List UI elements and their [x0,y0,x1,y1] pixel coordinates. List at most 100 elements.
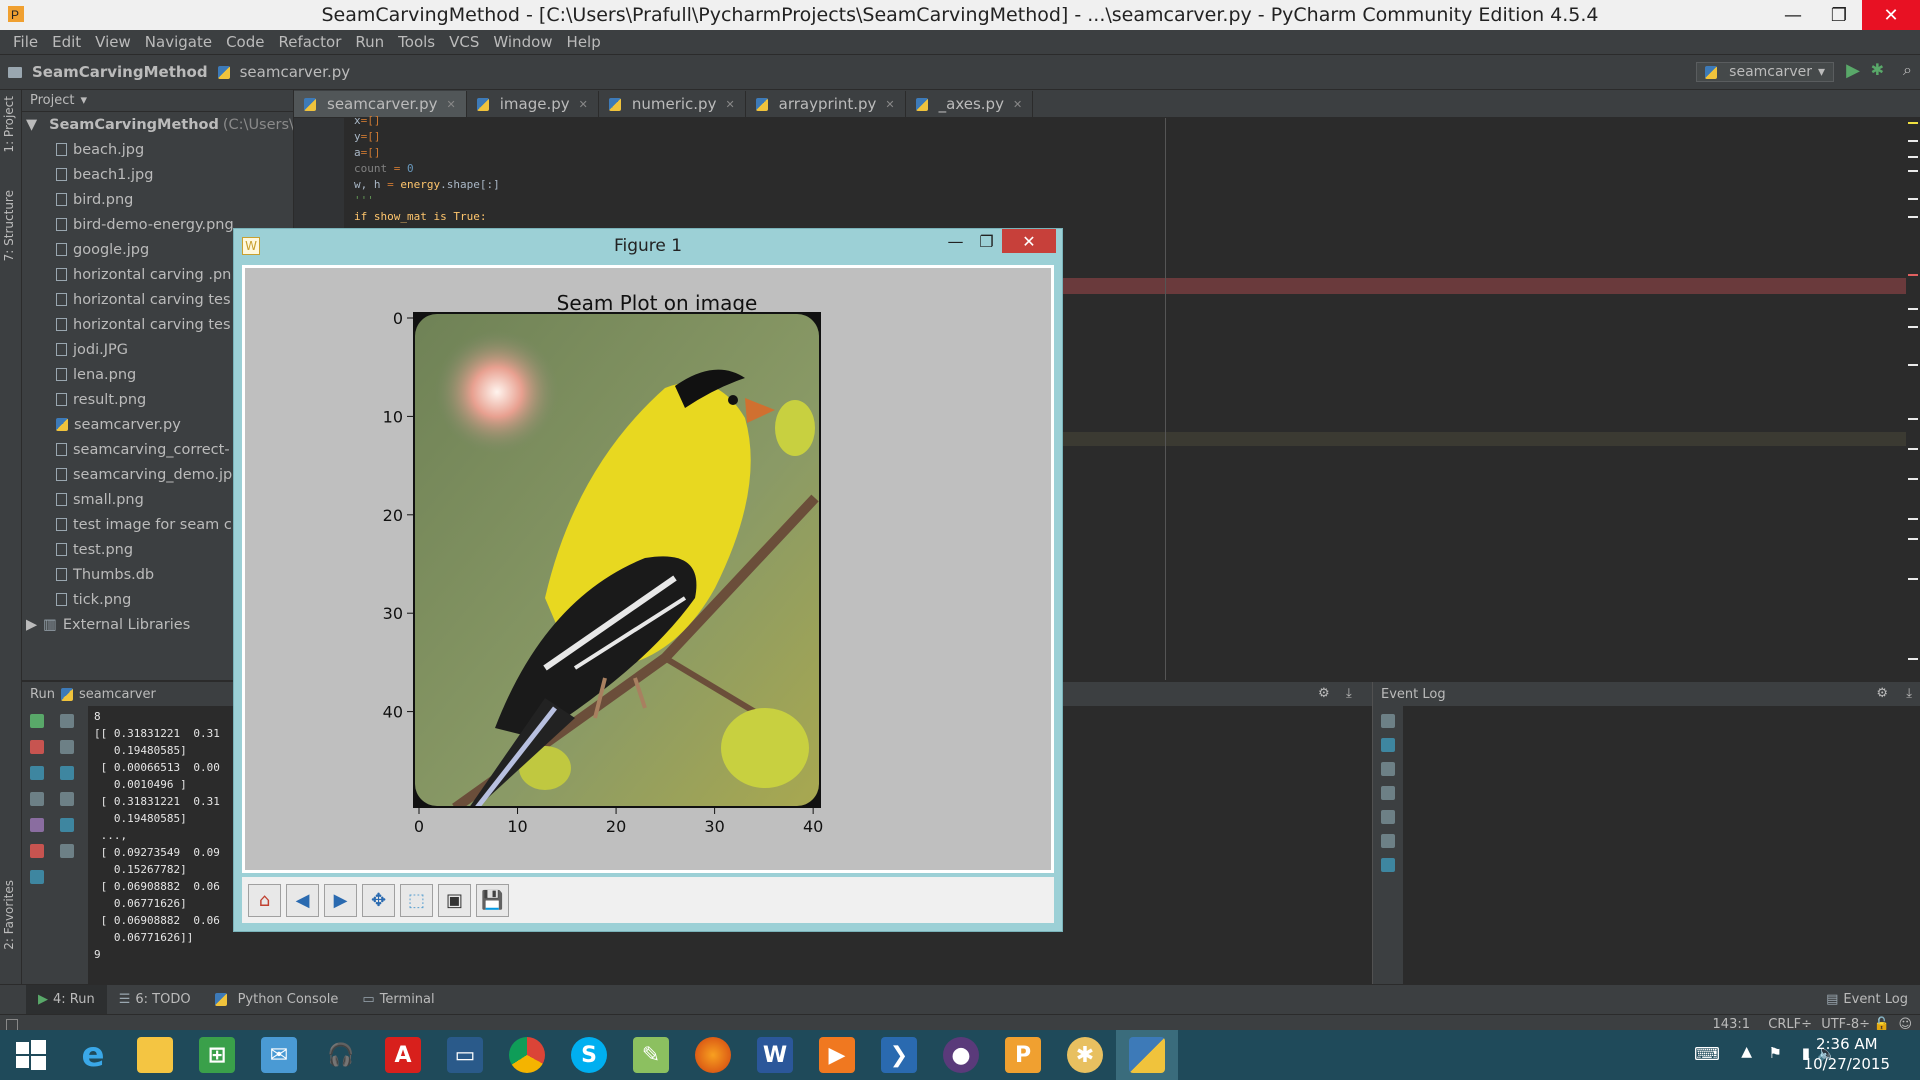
pan-button[interactable]: ✥ [362,883,395,917]
close-tab-icon[interactable]: ✕ [579,98,588,111]
figure-title-bar[interactable]: W Figure 1 — ❐ ✕ [234,229,1062,263]
tab-image[interactable]: image.py ✕ [467,91,599,117]
tree-file[interactable]: beach1.jpg [22,162,293,187]
taskbar-outlook[interactable]: ✉ [248,1030,310,1080]
taskbar-chrome[interactable] [496,1030,558,1080]
taskbar-firefox[interactable] [682,1030,744,1080]
taskbar-pycharm[interactable]: P [992,1030,1054,1080]
chevron-down-icon[interactable]: ▼ [26,117,37,133]
tab-axes[interactable]: _axes.py ✕ [906,91,1034,117]
menu-vcs[interactable]: VCS [442,33,486,51]
run-icon[interactable]: ▶ [1846,60,1860,81]
tool-run[interactable]: ▶ 4: Run [26,984,107,1015]
close-button[interactable]: ✕ [1862,0,1920,30]
taskbar-store[interactable]: ⊞ [186,1030,248,1080]
menu-window[interactable]: Window [486,33,559,51]
taskbar-headphones[interactable]: 🎧 [310,1030,372,1080]
tree-root[interactable]: ▼ SeamCarvingMethod (C:\Users\Pr [22,112,293,137]
figure-maximize-button[interactable]: ❐ [971,229,1002,253]
tab-numeric[interactable]: numeric.py ✕ [599,91,746,117]
editor-scroll-markers[interactable] [1906,118,1920,680]
close-tab-icon[interactable]: ✕ [885,98,894,111]
soft-wrap-icon[interactable] [60,766,74,780]
configure-subplots-button[interactable]: ▣ [438,883,471,917]
taskbar-media[interactable]: ▶ [806,1030,868,1080]
taskbar-paint[interactable]: ✱ [1054,1030,1116,1080]
taskbar-explorer[interactable] [124,1030,186,1080]
taskbar-python[interactable] [1116,1030,1178,1080]
tool-todo[interactable]: ☰ 6: TODO [107,985,203,1015]
figure-minimize-button[interactable]: — [940,229,971,253]
tool-python-console[interactable]: Python Console [203,985,351,1015]
rerun-icon[interactable] [30,714,44,728]
menu-refactor[interactable]: Refactor [271,33,348,51]
run-config-select[interactable]: seamcarver ▾ [1696,62,1834,82]
gear-icon[interactable]: ⚙ [1876,686,1888,701]
structure-tool-tab[interactable]: 7: Structure [2,190,16,261]
back-button[interactable]: ◀ [286,883,319,917]
maximize-button[interactable]: ❐ [1816,0,1862,30]
layout-icon[interactable] [30,792,44,806]
taskbar-github[interactable]: ● [930,1030,992,1080]
close-tab-icon[interactable]: ✕ [447,98,456,111]
menu-view[interactable]: View [88,33,138,51]
keyboard-icon[interactable]: ⌨ [1694,1044,1720,1065]
taskbar-word[interactable]: W [744,1030,806,1080]
system-clock[interactable]: 2:36 AM 10/27/2015 [1804,1034,1890,1074]
scroll-end-icon[interactable] [60,792,74,806]
tool-terminal[interactable]: ▭ Terminal [350,985,446,1015]
chevron-down-icon[interactable]: ▾ [80,93,87,108]
menu-help[interactable]: Help [560,33,608,51]
zoom-button[interactable]: ⬚ [400,883,433,917]
taskbar-notepad[interactable]: ✎ [620,1030,682,1080]
hide-panel-icon[interactable]: ⤓ [1346,686,1352,701]
debug-icon[interactable]: ✱ [1871,60,1884,79]
print-icon[interactable] [1381,810,1395,824]
taskbar-skype[interactable]: S [558,1030,620,1080]
flag-icon[interactable]: ⚑ [1769,1044,1782,1062]
menu-file[interactable]: File [6,33,45,51]
search-icon[interactable]: ⌕ [1903,60,1912,80]
chevron-right-icon[interactable]: ▶ [26,617,37,633]
favorites-tool-tab[interactable]: 2: Favorites [2,880,16,950]
forward-button[interactable]: ▶ [324,883,357,917]
taskbar-powershell[interactable]: ❯ [868,1030,930,1080]
figure-window[interactable]: W Figure 1 — ❐ ✕ Seam Plot on image 0 10… [233,228,1063,932]
save-button[interactable]: 💾 [476,883,509,917]
tree-file[interactable]: bird.png [22,187,293,212]
trash-icon[interactable] [1381,834,1395,848]
menu-edit[interactable]: Edit [45,33,88,51]
scroll-end-icon[interactable] [1381,786,1395,800]
project-tool-tab[interactable]: 1: Project [2,96,16,153]
tree-file[interactable]: beach.jpg [22,137,293,162]
start-button[interactable] [0,1030,62,1080]
tool-event-log[interactable]: ▤ Event Log [1814,985,1920,1015]
pause-icon[interactable] [30,766,44,780]
menu-navigate[interactable]: Navigate [138,33,219,51]
close-icon[interactable] [30,844,44,858]
taskbar-ie[interactable]: e [62,1030,124,1080]
trash-icon[interactable] [60,844,74,858]
breadcrumb-project[interactable]: SeamCarvingMethod [8,63,208,81]
pin-icon[interactable] [30,818,44,832]
tab-arrayprint[interactable]: arrayprint.py ✕ [746,91,906,117]
run-panel-config[interactable]: seamcarver [79,687,156,702]
minimize-button[interactable]: — [1770,0,1816,30]
project-view-select[interactable]: Project [30,93,74,108]
help-icon[interactable] [30,870,44,884]
down-arrow-icon[interactable] [60,740,74,754]
menu-code[interactable]: Code [219,33,271,51]
gear-icon[interactable]: ⚙ [1318,686,1330,701]
menu-run[interactable]: Run [348,33,391,51]
taskbar-adobe[interactable]: A [372,1030,434,1080]
soft-wrap-icon[interactable] [1381,762,1395,776]
taskbar-remote[interactable]: ▭ [434,1030,496,1080]
help-icon[interactable] [1381,858,1395,872]
stop-icon[interactable] [30,740,44,754]
close-tab-icon[interactable]: ✕ [1013,98,1022,111]
figure-canvas[interactable]: Seam Plot on image 0 10 20 30 40 0 10 20… [242,265,1054,873]
settings-icon[interactable] [1381,714,1395,728]
tray-expand-icon[interactable]: ▲ [1741,1044,1752,1060]
up-arrow-icon[interactable] [60,714,74,728]
home-button[interactable]: ⌂ [248,883,281,917]
